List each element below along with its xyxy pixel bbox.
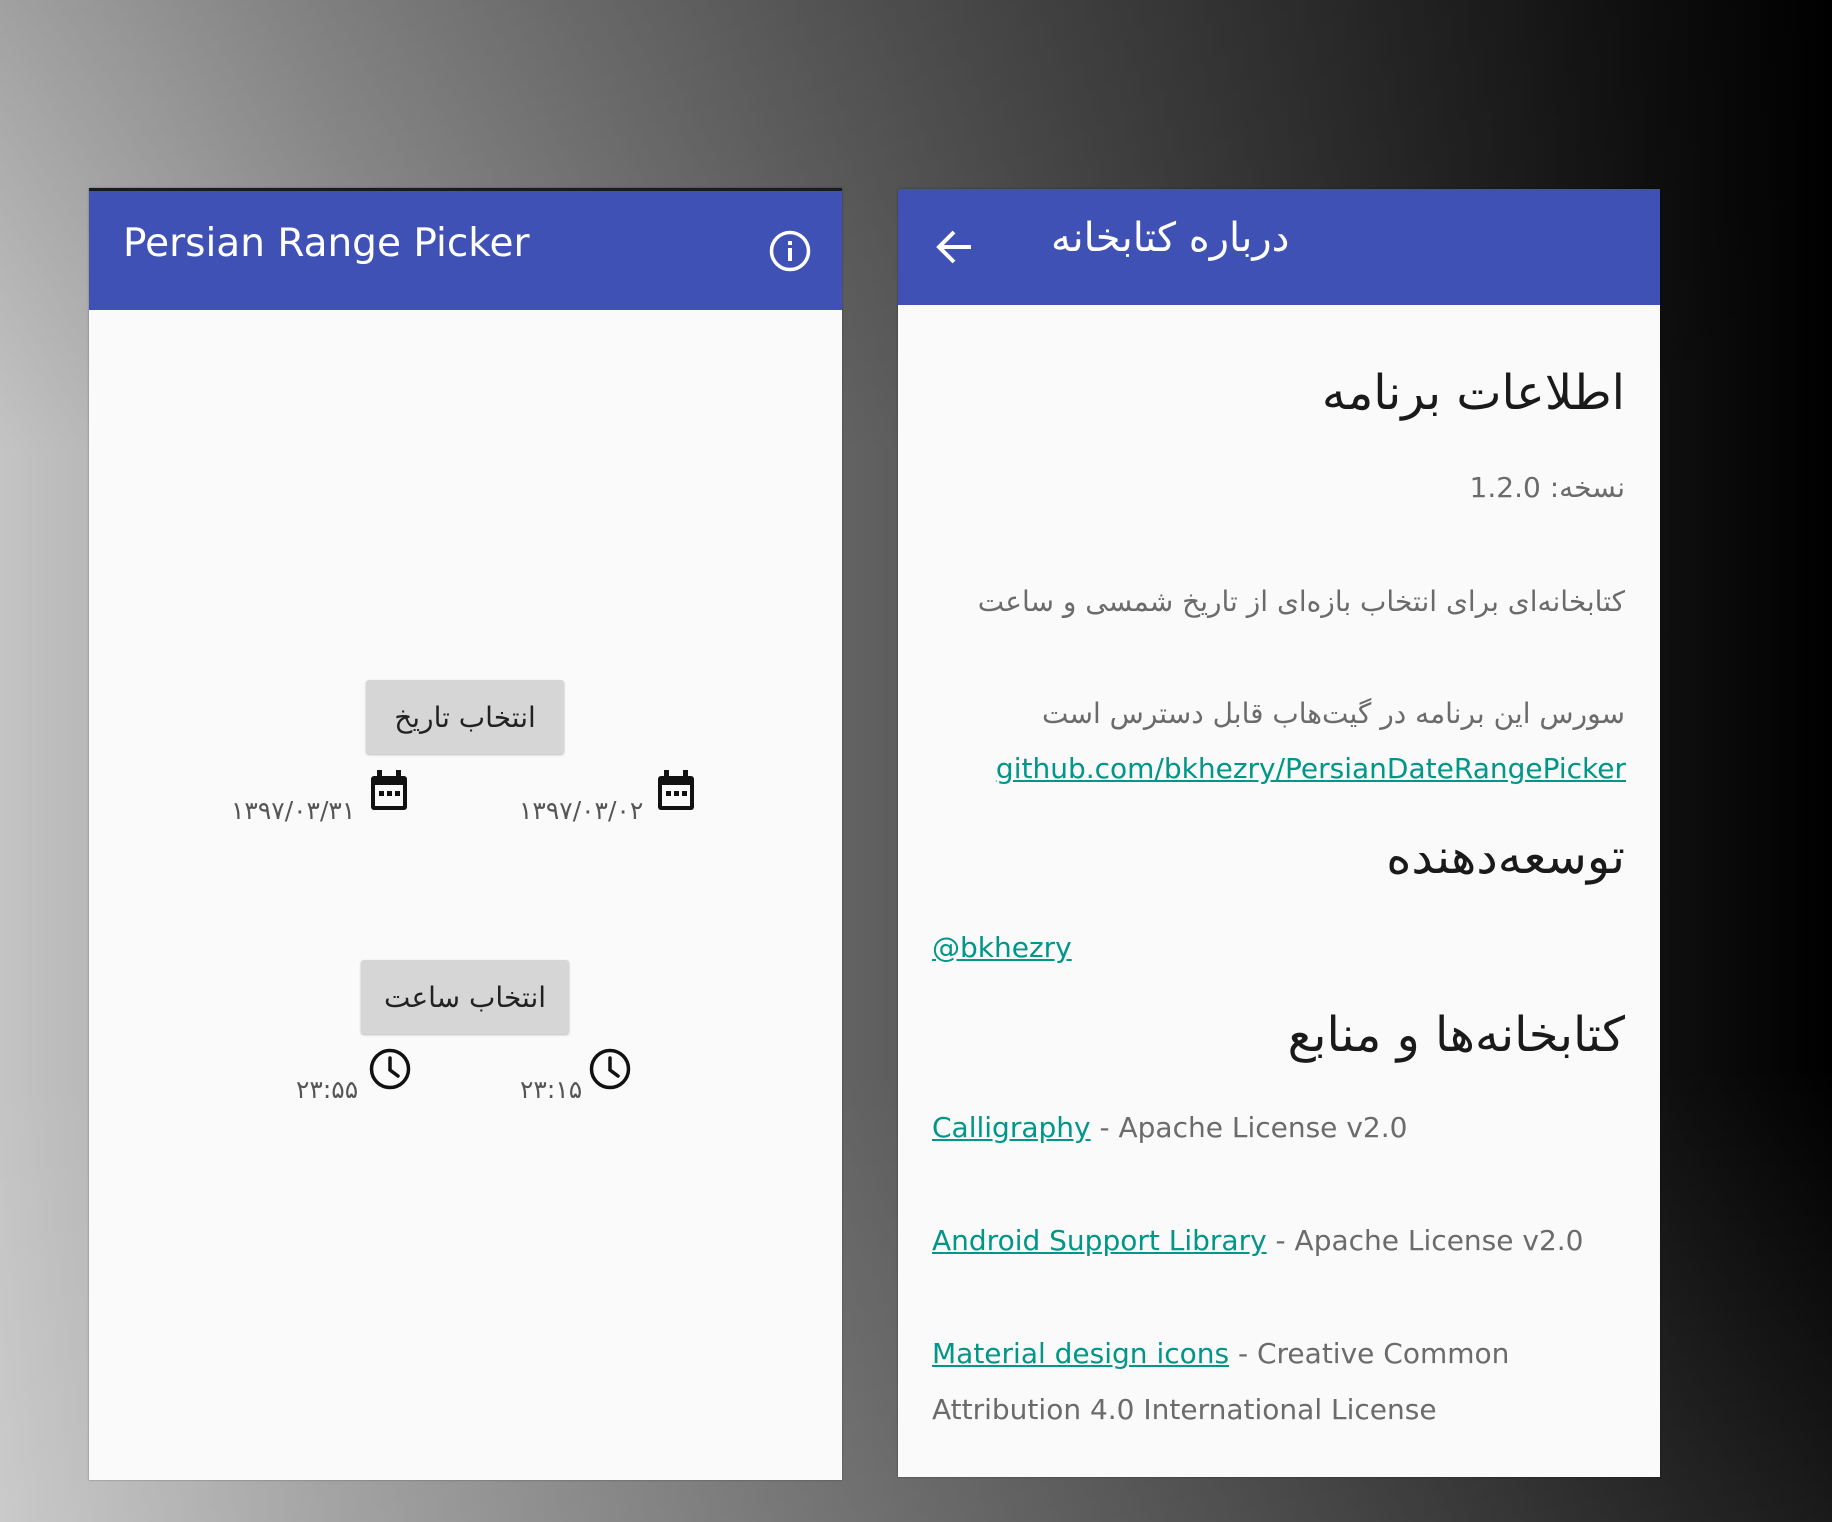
version-text: نسخه: 1.2.0 [1469, 471, 1625, 504]
start-date-value: ۱۳۹۷/۰۳/۰۲ [519, 796, 644, 825]
developer-link[interactable]: @bkhezry [932, 931, 1072, 964]
select-date-button[interactable]: انتخاب تاریخ [366, 680, 564, 754]
library-license: - Apache License v2.0 [1090, 1111, 1408, 1144]
source-link-row: github.com/bkhezry/PersianDateRangePicke… [996, 752, 1626, 785]
main-screen: Persian Range Picker انتخاب تاریخ ۱۳۹۷/۰… [89, 188, 842, 1480]
libraries-heading: کتابخانه‌ها و منابع [1287, 1007, 1625, 1063]
info-circle-icon[interactable] [768, 229, 812, 273]
app-bar: درباره کتابخانه [898, 189, 1660, 305]
arrow-back-icon[interactable] [934, 226, 976, 268]
library-link-android-support[interactable]: Android Support Library [932, 1224, 1267, 1257]
start-time-value: ۲۳:۱۵ [520, 1075, 583, 1104]
library-license: - Apache License v2.0 [1266, 1224, 1584, 1257]
calendar-icon [371, 770, 407, 810]
app-bar: Persian Range Picker [89, 191, 842, 310]
app-info-heading: اطلاعات برنامه [1321, 365, 1625, 421]
library-link-calligraphy[interactable]: Calligraphy [932, 1111, 1091, 1144]
github-link[interactable]: github.com/bkhezry/PersianDateRangePicke… [996, 752, 1626, 785]
end-time-value: ۲۳:۵۵ [296, 1075, 359, 1104]
list-item: Material design icons - Creative Common [932, 1337, 1509, 1370]
list-item: Calligraphy - Apache License v2.0 [932, 1111, 1407, 1144]
developer-row: @bkhezry [932, 931, 1072, 964]
end-date-value: ۱۳۹۷/۰۳/۳۱ [231, 796, 356, 825]
source-text: سورس این برنامه در گیت‌هاب قابل دسترس اس… [1042, 697, 1625, 730]
calendar-icon [658, 770, 694, 810]
developer-heading: توسعه‌دهنده [1386, 829, 1625, 885]
about-library-screen: درباره کتابخانه اطلاعات برنامه نسخه: 1.2… [898, 189, 1660, 1477]
library-license-line2: Attribution 4.0 International License [932, 1393, 1437, 1426]
library-link-material-icons[interactable]: Material design icons [932, 1337, 1229, 1370]
screen-title: درباره کتابخانه [1051, 215, 1290, 261]
select-time-button[interactable]: انتخاب ساعت [361, 960, 569, 1034]
list-item: Android Support Library - Apache License… [932, 1224, 1583, 1257]
description-text: کتابخانه‌ای برای انتخاب بازه‌ای از تاریخ… [977, 585, 1625, 618]
app-title: Persian Range Picker [123, 221, 530, 266]
clock-icon [589, 1048, 631, 1090]
clock-icon [369, 1048, 411, 1090]
library-license: - Creative Common [1229, 1337, 1510, 1370]
